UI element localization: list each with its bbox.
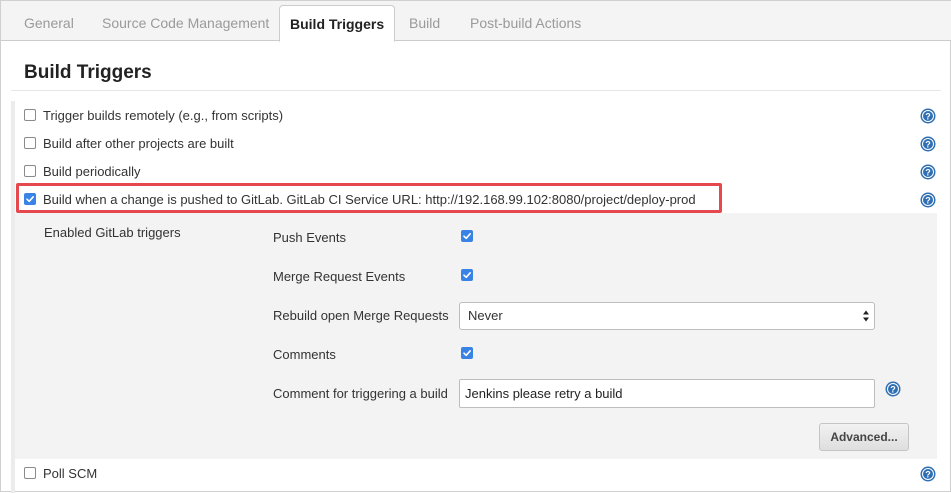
checkmark-icon: [463, 350, 471, 357]
build-periodically-checkbox[interactable]: [24, 165, 36, 177]
help-icon[interactable]: ?: [920, 466, 936, 482]
merge-request-events-label: Merge Request Events: [273, 269, 406, 284]
poll-scm-checkbox[interactable]: [24, 467, 36, 479]
help-icon[interactable]: ?: [920, 192, 936, 208]
comment-trigger-value: Jenkins please retry a build: [465, 386, 623, 401]
checkmark-icon: [463, 272, 471, 279]
section-divider: [11, 90, 941, 91]
gitlab-trigger-options: [15, 213, 937, 459]
gitlab-push-trigger-option[interactable]: Build when a change is pushed to GitLab.…: [24, 190, 696, 208]
section-title: Build Triggers: [24, 62, 152, 83]
trigger-builds-remotely-checkbox[interactable]: [24, 109, 36, 121]
select-arrows-icon: [863, 310, 869, 322]
help-icon[interactable]: ?: [920, 136, 936, 152]
build-after-other-projects-label: Build after other projects are built: [43, 135, 234, 151]
poll-scm-option[interactable]: Poll SCM: [24, 464, 97, 482]
tab-source-code-management[interactable]: Source Code Management: [102, 1, 269, 41]
checkmark-icon: [463, 233, 471, 240]
help-icon[interactable]: ?: [920, 164, 936, 180]
rebuild-open-merge-requests-value: Never: [468, 308, 503, 323]
tab-bar: General Source Code Management Build Tri…: [1, 1, 951, 42]
tab-general[interactable]: General: [24, 1, 74, 41]
comments-checkbox[interactable]: [461, 347, 473, 359]
tab-post-build-actions[interactable]: Post-build Actions: [470, 1, 581, 41]
build-after-other-projects-option[interactable]: Build after other projects are built: [24, 134, 234, 152]
tab-build[interactable]: Build: [409, 1, 440, 41]
comments-label: Comments: [273, 347, 336, 362]
merge-request-events-checkbox[interactable]: [461, 269, 473, 281]
gitlab-push-trigger-label: Build when a change is pushed to GitLab.…: [43, 191, 696, 207]
svg-text:?: ?: [925, 111, 931, 121]
comment-trigger-label: Comment for triggering a build: [273, 386, 448, 401]
push-events-checkbox[interactable]: [461, 230, 473, 242]
push-events-label: Push Events: [273, 230, 346, 245]
tab-build-triggers[interactable]: Build Triggers: [279, 5, 396, 42]
svg-text:?: ?: [925, 469, 931, 479]
trigger-builds-remotely-option[interactable]: Trigger builds remotely (e.g., from scri…: [24, 106, 283, 124]
svg-text:?: ?: [890, 384, 896, 394]
poll-scm-label: Poll SCM: [43, 465, 98, 481]
rebuild-open-merge-requests-select[interactable]: Never: [459, 302, 875, 330]
config-panel: General Source Code Management Build Tri…: [0, 0, 951, 493]
svg-text:?: ?: [925, 195, 931, 205]
enabled-gitlab-triggers-label: Enabled GitLab triggers: [44, 225, 181, 240]
svg-text:?: ?: [925, 139, 931, 149]
advanced-button[interactable]: Advanced...: [819, 423, 909, 451]
build-after-other-projects-checkbox[interactable]: [24, 137, 36, 149]
svg-text:?: ?: [925, 167, 931, 177]
trigger-builds-remotely-label: Trigger builds remotely (e.g., from scri…: [43, 107, 284, 123]
help-icon[interactable]: ?: [920, 108, 936, 124]
help-icon[interactable]: ?: [885, 381, 901, 397]
rebuild-open-merge-requests-label: Rebuild open Merge Requests: [273, 308, 449, 323]
checkmark-icon: [26, 196, 34, 203]
comment-trigger-input[interactable]: Jenkins please retry a build: [459, 379, 875, 408]
build-periodically-label: Build periodically: [43, 163, 141, 179]
gitlab-push-trigger-checkbox[interactable]: [24, 193, 36, 205]
build-periodically-option[interactable]: Build periodically: [24, 162, 141, 180]
